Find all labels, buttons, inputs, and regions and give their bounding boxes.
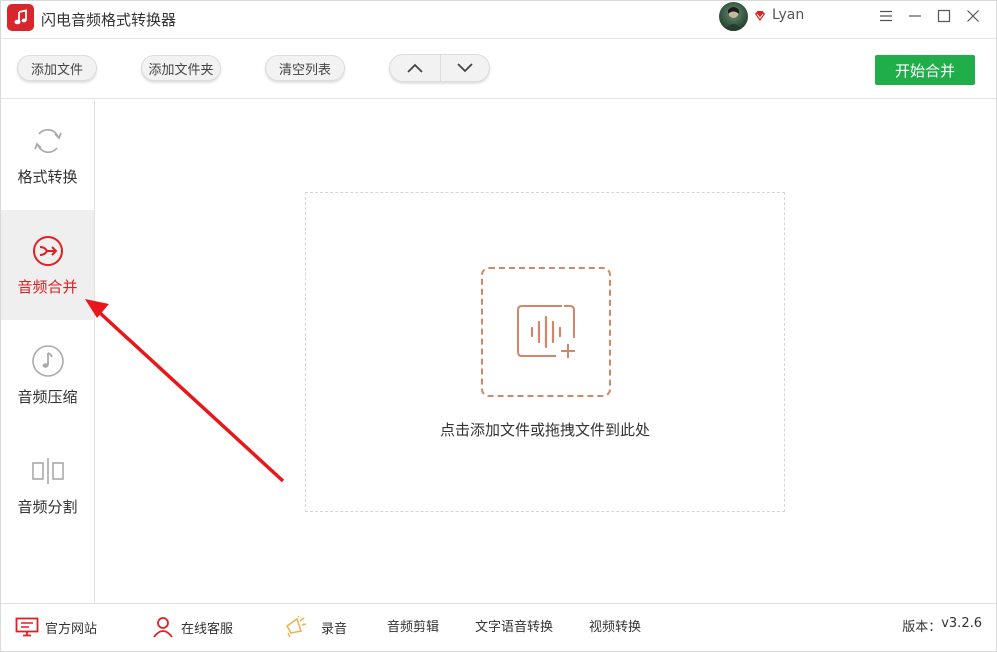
split-icon	[31, 454, 65, 488]
toolbar: 添加文件 添加文件夹 清空列表 开始合并	[1, 38, 996, 99]
music-note-icon	[31, 344, 65, 378]
sidebar: 格式转换 音频合并 音频压缩 音频分割	[1, 100, 95, 603]
version-label: 版本：	[902, 620, 942, 635]
website-label: 官方网站	[45, 621, 98, 637]
tts-link[interactable]: 文字语音转换	[475, 616, 553, 635]
bottom-bar: 官方网站 在线客服 录音 音频剪辑 文字语音转换 视频转换 版本： v3.2.6	[1, 603, 996, 648]
refresh-icon	[31, 124, 65, 158]
add-audio-button[interactable]	[481, 267, 611, 397]
file-drop-zone[interactable]: 点击添加文件或拖拽文件到此处	[305, 192, 785, 512]
chevron-down-icon	[457, 63, 473, 73]
maximize-icon[interactable]	[933, 6, 955, 26]
drop-hint-text: 点击添加文件或拖拽文件到此处	[439, 421, 650, 439]
add-folder-button[interactable]: 添加文件夹	[141, 55, 221, 81]
sidebar-item-label: 音频合并	[17, 278, 78, 296]
sidebar-item-label: 音频压缩	[17, 388, 78, 406]
video-convert-link[interactable]: 视频转换	[589, 616, 641, 635]
sidebar-item-format-convert[interactable]: 格式转换	[1, 100, 94, 210]
tts-label: 文字语音转换	[475, 620, 554, 635]
vip-diamond-icon	[753, 8, 767, 22]
app-window: 闪电音频格式转换器 Lyan 添加文件 添加文件夹 清空列表 开始合并 格式转换…	[0, 0, 997, 652]
support-label: 在线客服	[181, 621, 234, 637]
monitor-icon	[15, 616, 39, 638]
user-icon	[151, 616, 175, 638]
move-down-button[interactable]	[439, 55, 490, 81]
sidebar-item-label: 格式转换	[17, 168, 78, 186]
sidebar-item-audio-compress[interactable]: 音频压缩	[1, 320, 94, 430]
reorder-buttons	[389, 54, 490, 82]
record-label: 录音	[321, 621, 348, 637]
record-link[interactable]: 录音	[283, 616, 347, 638]
sidebar-item-label: 音频分割	[17, 498, 78, 516]
video-convert-label: 视频转换	[589, 620, 642, 635]
move-up-button[interactable]	[390, 55, 440, 81]
menu-icon[interactable]	[875, 6, 897, 26]
start-merge-button[interactable]: 开始合并	[875, 55, 975, 85]
app-logo-icon	[7, 4, 34, 31]
online-support-link[interactable]: 在线客服	[151, 616, 233, 638]
horn-icon	[283, 616, 307, 638]
merge-icon	[31, 234, 65, 268]
clear-list-button[interactable]: 清空列表	[265, 55, 345, 81]
audio-edit-label: 音频剪辑	[387, 620, 440, 635]
app-title: 闪电音频格式转换器	[41, 11, 177, 29]
website-link[interactable]: 官方网站	[15, 616, 97, 638]
version-value: v3.2.6	[941, 616, 982, 631]
version-info: 版本： v3.2.6	[902, 616, 982, 635]
sidebar-item-audio-split[interactable]: 音频分割	[1, 430, 94, 540]
username[interactable]: Lyan	[772, 7, 804, 23]
add-file-button[interactable]: 添加文件	[17, 55, 97, 81]
close-icon[interactable]	[962, 6, 984, 26]
chevron-up-icon	[407, 63, 423, 73]
audio-edit-link[interactable]: 音频剪辑	[387, 616, 439, 635]
avatar[interactable]	[719, 2, 748, 31]
title-bar: 闪电音频格式转换器 Lyan	[1, 1, 996, 37]
audio-file-add-icon	[517, 305, 575, 358]
sidebar-item-audio-merge[interactable]: 音频合并	[1, 210, 94, 320]
minimize-icon[interactable]	[904, 6, 926, 26]
